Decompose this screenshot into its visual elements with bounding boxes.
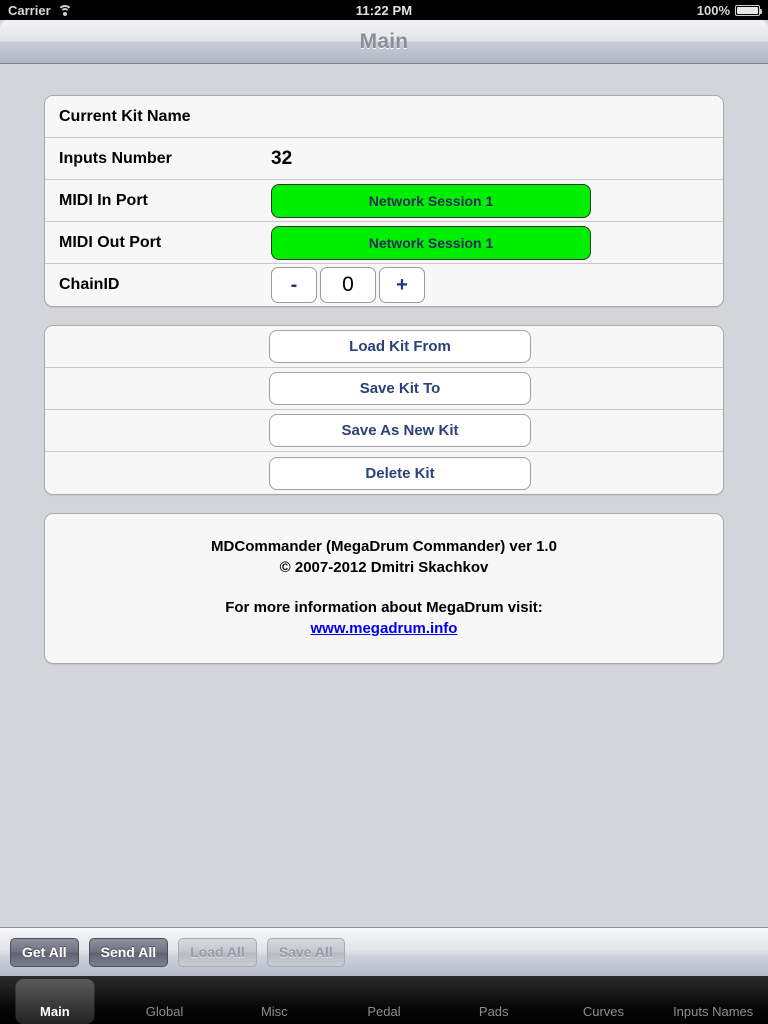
action-row: Save As New Kit — [45, 410, 723, 452]
chain-id-stepper: - 0 + — [271, 267, 425, 303]
status-bar-clock: 11:22 PM — [355, 2, 413, 18]
tab-misc[interactable]: Misc — [219, 976, 329, 1024]
status-bar-right: 100% — [697, 3, 768, 18]
action-row: Save Kit To — [45, 368, 723, 410]
tab-label: Curves — [582, 1004, 625, 1019]
save-as-new-kit-button[interactable]: Save As New Kit — [269, 414, 531, 447]
tab-global[interactable]: Global — [110, 976, 220, 1024]
about-panel: MDCommander (MegaDrum Commander) ver 1.0… — [44, 513, 724, 664]
delete-kit-button[interactable]: Delete Kit — [269, 456, 531, 490]
row-label: Current Kit Name — [59, 107, 191, 125]
row-chain-id: ChainID - 0 + — [45, 264, 723, 306]
tab-pedal[interactable]: Pedal — [329, 976, 439, 1024]
tab-bar-items: Main Global Misc Pedal Pads Curves Input… — [0, 976, 768, 1024]
tab-label: Inputs Names — [673, 1004, 754, 1019]
action-row: Load Kit From — [45, 326, 723, 368]
midi-out-port-button[interactable]: Network Session 1 — [271, 225, 591, 260]
row-label: ChainID — [59, 276, 120, 293]
tab-inputs-names[interactable]: Inputs Names — [658, 976, 768, 1024]
tab-curves[interactable]: Curves — [549, 976, 659, 1024]
tab-label: Global — [145, 1004, 184, 1019]
tab-bar: Main Global Misc Pedal Pads Curves Input… — [0, 976, 768, 1024]
navigation-bar: Main — [0, 20, 768, 64]
about-more-info-text: For more information about MegaDrum visi… — [225, 599, 543, 616]
row-midi-in-port: MIDI In Port Network Session 1 — [45, 180, 723, 222]
tab-label: Misc — [260, 1004, 288, 1019]
about-spacer — [65, 578, 703, 597]
inputs-number-value: 32 — [271, 147, 293, 169]
tab-pads[interactable]: Pads — [439, 976, 549, 1024]
chain-id-increment-button[interactable]: + — [379, 267, 425, 303]
status-bar: Carrier 11:22 PM 100% — [0, 0, 768, 20]
tab-label: Main — [40, 1004, 70, 1019]
tab-label: Pedal — [367, 1004, 401, 1019]
app-window: Carrier 11:22 PM 100% Main Current Kit N… — [0, 0, 768, 1024]
page-title: Main — [359, 29, 409, 53]
tab-label: Pads — [478, 1004, 509, 1019]
kit-actions-group: Load Kit From Save Kit To Save As New Ki… — [44, 325, 724, 495]
bottom-toolbar: Get All Send All Load All Save All — [0, 927, 768, 976]
load-kit-from-button[interactable]: Load Kit From — [269, 330, 531, 363]
row-label: MIDI Out Port — [59, 233, 162, 251]
send-all-button[interactable]: Send All — [88, 937, 169, 967]
save-kit-to-button[interactable]: Save Kit To — [269, 372, 531, 405]
tab-main[interactable]: Main — [0, 976, 110, 1024]
load-all-button: Load All — [178, 937, 257, 967]
row-label: MIDI In Port — [59, 191, 148, 209]
action-row: Delete Kit — [45, 452, 723, 494]
about-app-title: MDCommander (MegaDrum Commander) ver 1.0 — [211, 538, 557, 555]
megadrum-website-link[interactable]: www.megadrum.info — [311, 618, 458, 639]
about-panel-content: MDCommander (MegaDrum Commander) ver 1.0… — [45, 514, 723, 663]
content-area: Current Kit Name Inputs Number 32 MIDI I… — [0, 65, 768, 927]
settings-group: Current Kit Name Inputs Number 32 MIDI I… — [44, 95, 724, 307]
chain-id-value[interactable]: 0 — [320, 267, 376, 303]
row-midi-out-port: MIDI Out Port Network Session 1 — [45, 222, 723, 264]
get-all-button[interactable]: Get All — [10, 937, 79, 967]
battery-icon — [735, 4, 762, 16]
row-current-kit-name[interactable]: Current Kit Name — [45, 96, 723, 138]
battery-percent-label: 100% — [696, 2, 730, 18]
row-inputs-number[interactable]: Inputs Number 32 — [45, 138, 723, 180]
about-copyright: © 2007-2012 Dmitri Skachkov — [279, 559, 489, 576]
save-all-button: Save All — [266, 937, 345, 967]
row-label: Inputs Number — [59, 149, 172, 167]
chain-id-decrement-button[interactable]: - — [271, 267, 317, 303]
midi-in-port-button[interactable]: Network Session 1 — [271, 183, 591, 218]
